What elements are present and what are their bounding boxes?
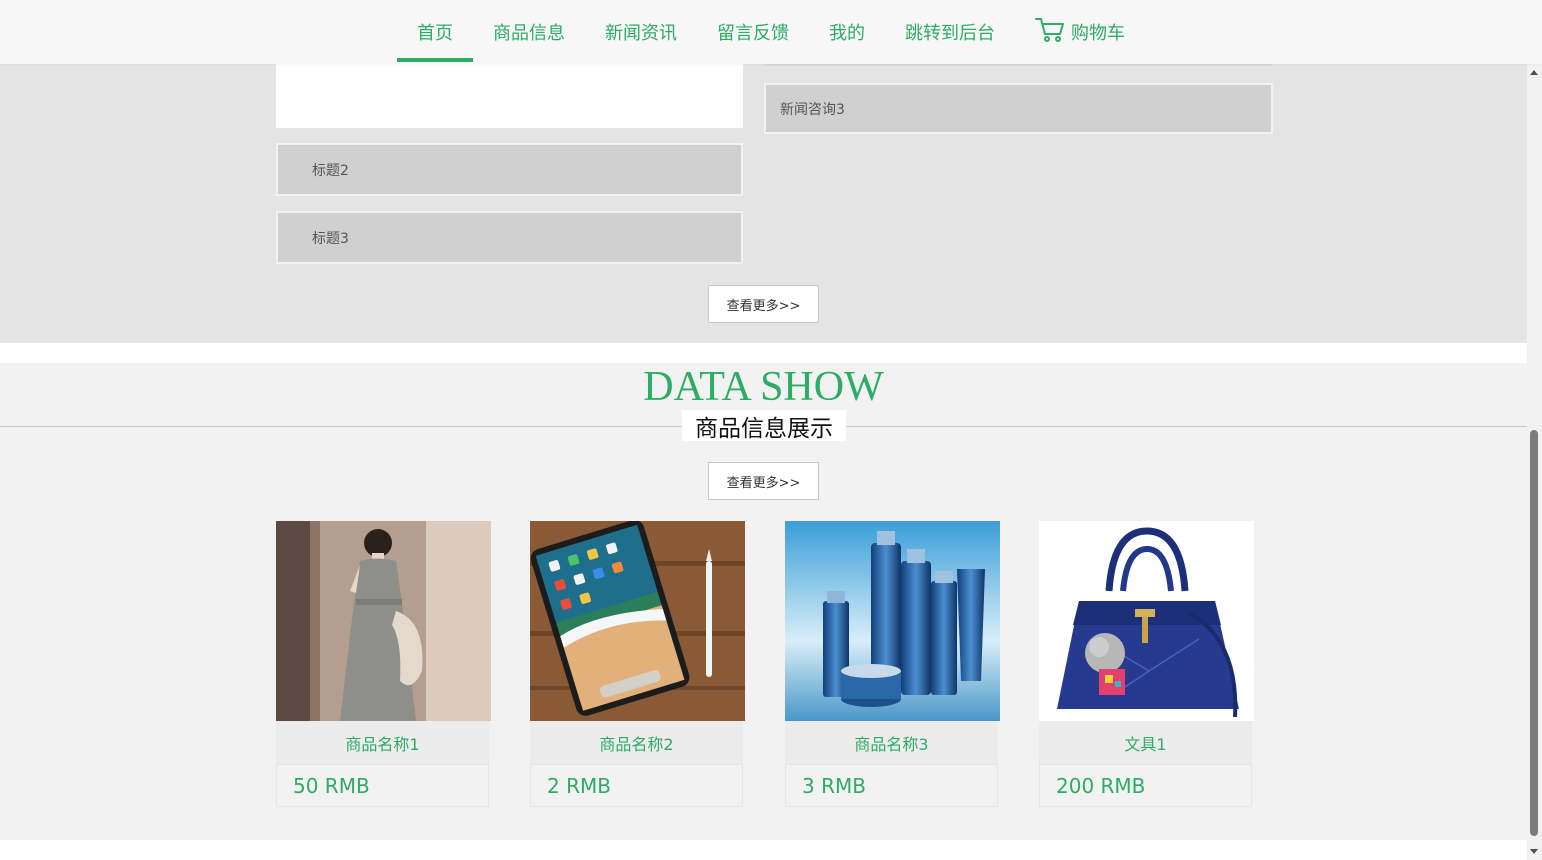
tablet-photo	[530, 521, 745, 721]
dress-photo	[276, 521, 491, 721]
news-item-left[interactable]: 标题3	[276, 211, 743, 264]
product-card[interactable]: 商品名称3 3 RMB	[785, 521, 1000, 807]
scroll-down-arrow-icon[interactable]	[1530, 849, 1538, 854]
scroll-up-arrow-icon[interactable]	[1530, 70, 1538, 75]
product-image[interactable]	[530, 521, 745, 721]
nav-item-label: 首页	[417, 23, 453, 44]
news-image-box	[276, 64, 743, 128]
cart-icon	[1035, 18, 1064, 42]
nav-item-label: 留言反馈	[717, 23, 789, 44]
news-item-right[interactable]: 新闻咨询3	[764, 83, 1273, 134]
news-item-left[interactable]: 标题2	[276, 143, 743, 196]
product-image[interactable]	[1039, 521, 1254, 721]
nav-item-mine[interactable]: 我的	[809, 0, 885, 64]
nav-item-admin[interactable]: 跳转到后台	[885, 0, 1015, 64]
nav-item-label: 购物车	[1071, 23, 1125, 44]
nav-item-products[interactable]: 商品信息	[473, 0, 585, 64]
cosmetics-photo	[785, 521, 1000, 721]
scroll-thumb[interactable]	[1530, 430, 1538, 836]
nav-item-home[interactable]: 首页	[397, 0, 473, 64]
section-title: DATA SHOW	[643, 364, 884, 410]
product-card[interactable]: 商品名称1 50 RMB	[276, 521, 491, 807]
product-price: 200 RMB	[1039, 764, 1252, 807]
nav-item-label: 商品信息	[493, 23, 565, 44]
product-name[interactable]: 文具1	[1039, 721, 1252, 764]
nav-item-label: 新闻资讯	[605, 23, 677, 44]
product-name[interactable]: 商品名称3	[785, 721, 998, 764]
divider	[765, 64, 1272, 66]
section-subtitle: 商品信息展示	[682, 410, 846, 442]
data-show-section: DATA SHOW 商品信息展示 查看更多>> 商品名称1 50 RMB 商品名…	[0, 363, 1527, 840]
nav-list: 首页 商品信息 新闻资讯 留言反馈 我的 跳转到后台 购物车	[397, 0, 1145, 64]
product-image[interactable]	[785, 521, 1000, 721]
handbag-photo	[1039, 521, 1254, 721]
product-price: 3 RMB	[785, 764, 998, 807]
product-name[interactable]: 商品名称2	[530, 721, 743, 764]
nav-item-label: 我的	[829, 23, 865, 44]
products-more-button[interactable]: 查看更多>>	[708, 462, 819, 500]
more-button-label: 查看更多>>	[726, 298, 801, 314]
product-price: 50 RMB	[276, 764, 489, 807]
nav-item-cart[interactable]: 购物车	[1015, 0, 1145, 64]
news-more-button[interactable]: 查看更多>>	[708, 285, 819, 323]
news-item-title: 新闻咨询3	[780, 101, 845, 118]
top-nav: 首页 商品信息 新闻资讯 留言反馈 我的 跳转到后台 购物车	[0, 0, 1542, 64]
news-item-title: 标题2	[312, 162, 349, 179]
product-card[interactable]: 商品名称2 2 RMB	[530, 521, 745, 807]
page: 首页 商品信息 新闻资讯 留言反馈 我的 跳转到后台 购物车 新闻咨询3 标题2…	[0, 0, 1542, 860]
product-card[interactable]: 文具1 200 RMB	[1039, 521, 1254, 807]
nav-item-feedback[interactable]: 留言反馈	[697, 0, 809, 64]
more-button-label: 查看更多>>	[726, 475, 801, 491]
nav-item-label: 跳转到后台	[905, 23, 995, 44]
product-price: 2 RMB	[530, 764, 743, 807]
news-item-title: 标题3	[312, 230, 349, 247]
nav-item-news[interactable]: 新闻资讯	[585, 0, 697, 64]
news-section: 新闻咨询3 标题2 标题3 查看更多>>	[0, 64, 1527, 343]
product-name[interactable]: 商品名称1	[276, 721, 489, 764]
vertical-scrollbar[interactable]	[1527, 64, 1542, 860]
product-image[interactable]	[276, 521, 491, 721]
